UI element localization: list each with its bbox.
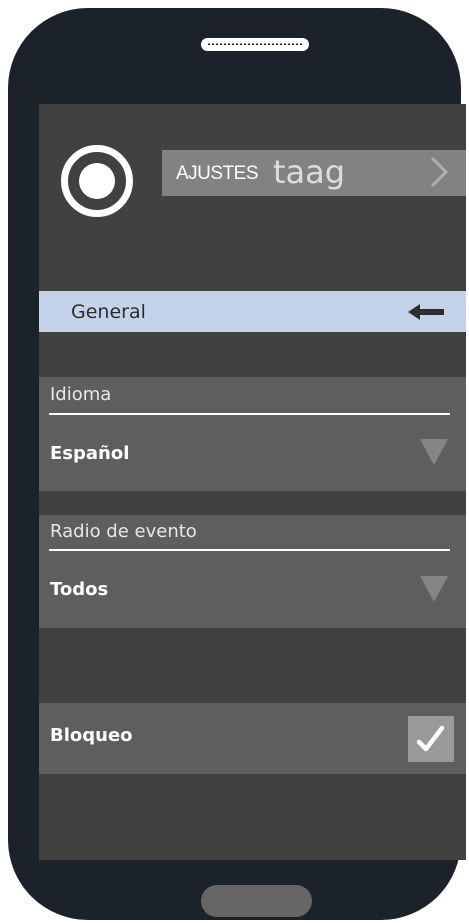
divider — [49, 549, 450, 551]
event-radius-value[interactable]: Todos — [50, 579, 108, 600]
chevron-right-icon[interactable] — [420, 154, 456, 190]
header-title-bar[interactable]: AJUSTES taag — [162, 150, 466, 196]
dropdown-arrow-icon[interactable] — [420, 439, 448, 465]
back-arrow-icon[interactable] — [408, 304, 444, 320]
event-radius-label: Radio de evento — [50, 521, 197, 542]
app-logo-icon — [61, 145, 133, 217]
app-screen: AJUSTES taag General Idioma Español Radi… — [39, 104, 466, 860]
language-label: Idioma — [50, 384, 112, 405]
section-header-general[interactable]: General — [39, 291, 466, 332]
speaker-dots — [207, 43, 303, 45]
phone-frame: AJUSTES taag General Idioma Español Radi… — [8, 8, 466, 920]
divider — [49, 413, 450, 415]
page-title: AJUSTES — [176, 163, 259, 184]
logo-inner-dot — [79, 163, 115, 199]
event-radius-setting: Radio de evento Todos — [39, 515, 466, 628]
dropdown-arrow-icon[interactable] — [420, 576, 448, 602]
checkmark-icon — [416, 725, 445, 752]
speaker-grille — [201, 38, 309, 51]
brand-name: taag — [273, 153, 346, 191]
language-setting: Idioma Español — [39, 377, 466, 491]
lock-checkbox[interactable] — [408, 716, 454, 762]
lock-label: Bloqueo — [50, 725, 133, 746]
language-value[interactable]: Español — [50, 443, 129, 464]
lock-setting: Bloqueo — [39, 703, 466, 774]
home-button[interactable] — [201, 885, 312, 917]
section-label: General — [71, 301, 146, 323]
